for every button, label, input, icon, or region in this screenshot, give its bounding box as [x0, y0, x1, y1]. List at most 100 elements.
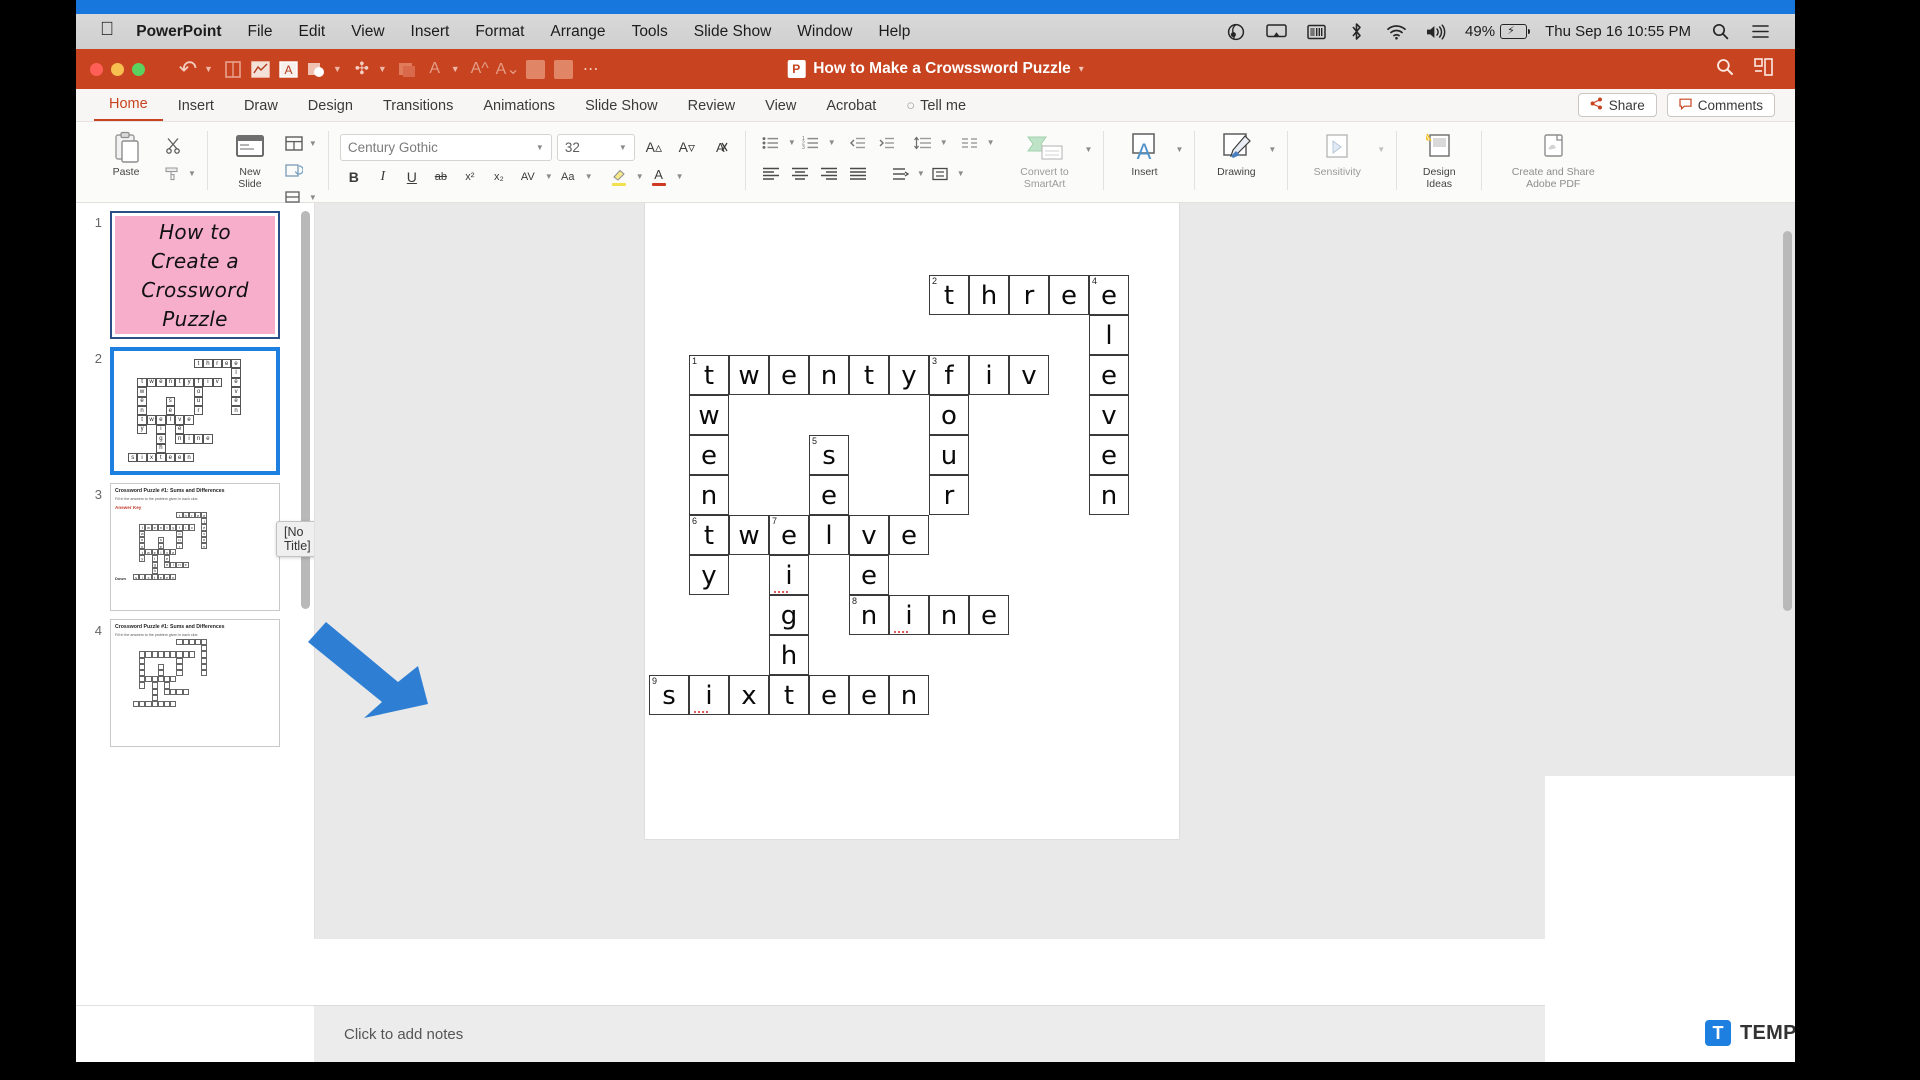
crossword-cell[interactable]: t — [769, 675, 809, 715]
crossword-cell[interactable]: e — [1089, 435, 1129, 475]
crossword-cell[interactable]: v — [849, 515, 889, 555]
crossword-cell[interactable]: n — [689, 475, 729, 515]
format-painter-button[interactable] — [160, 161, 186, 185]
crossword-cell[interactable]: w — [729, 355, 769, 395]
crossword-cell[interactable]: 5s — [809, 435, 849, 475]
shapes-caret-icon[interactable]: ▼ — [333, 64, 342, 74]
tab-animations[interactable]: Animations — [468, 98, 570, 121]
tab-review[interactable]: Review — [673, 98, 751, 121]
grow-font-icon[interactable]: A^ — [467, 56, 493, 82]
font-size-caret-icon[interactable]: ▼ — [619, 143, 627, 152]
crossword-cell[interactable]: i — [969, 355, 1009, 395]
font-size-input[interactable]: 32 ▼ — [556, 134, 635, 161]
columns-caret-icon[interactable]: ▼ — [987, 138, 995, 147]
title-chevron-down-icon[interactable]: ▾ — [1079, 64, 1084, 75]
search-icon[interactable] — [1716, 58, 1734, 81]
minimize-button[interactable] — [111, 62, 124, 76]
bullets-caret-icon[interactable]: ▼ — [788, 138, 796, 147]
superscript-button[interactable]: x² — [456, 164, 484, 189]
crossword-cell[interactable]: w — [729, 515, 769, 555]
align-text-caret-icon[interactable]: ▼ — [957, 169, 965, 178]
clear-formatting-button[interactable]: A — [706, 135, 734, 160]
font-color-caret-icon[interactable]: ▼ — [676, 172, 684, 181]
shrink-font-icon[interactable]: A⌄ — [495, 56, 521, 82]
crossword-cell[interactable]: r — [1009, 275, 1049, 315]
menu-item-file[interactable]: File — [248, 23, 273, 41]
sensitivity-button[interactable]: Sensitivity — [1299, 127, 1375, 179]
close-button[interactable] — [90, 62, 103, 76]
bluetooth-icon[interactable] — [1345, 23, 1367, 41]
slide-thumbnail-panel[interactable]: 1 How to Create a Crossword Puzzle 2 t h r e e l t w e… — [76, 203, 315, 939]
tab-view[interactable]: View — [750, 98, 811, 121]
send-backward-icon[interactable] — [551, 56, 577, 82]
cut-button[interactable] — [160, 133, 186, 157]
layout-caret-icon[interactable]: ▼ — [309, 139, 317, 148]
crossword-cell[interactable]: r — [929, 475, 969, 515]
layout-button[interactable] — [281, 131, 307, 155]
text-direction-caret-icon[interactable]: ▼ — [917, 169, 925, 178]
editor-scrollbar-thumb[interactable] — [1783, 231, 1792, 611]
pen-caret-icon[interactable]: ▼ — [378, 64, 387, 74]
crossword-cell[interactable]: 8n — [849, 595, 889, 635]
align-text-button[interactable] — [926, 161, 954, 186]
align-right-button[interactable] — [815, 161, 843, 186]
menu-item-view[interactable]: View — [351, 23, 384, 41]
wifi-icon[interactable] — [1385, 23, 1407, 41]
apple-logo-icon[interactable]:  — [100, 20, 114, 39]
crossword-cell[interactable]: n — [889, 675, 929, 715]
menu-item-insert[interactable]: Insert — [411, 23, 450, 41]
subscript-button[interactable]: x₂ — [485, 164, 513, 189]
crossword-cell[interactable]: e — [769, 355, 809, 395]
font-name-caret-icon[interactable]: ▼ — [536, 143, 544, 152]
shrink-font-button[interactable]: A▿ — [673, 135, 701, 160]
volume-icon[interactable] — [1425, 23, 1447, 41]
new-slide-button[interactable]: New Slide — [219, 127, 281, 190]
crossword-cell[interactable]: i — [689, 675, 729, 715]
insert-caret-icon[interactable]: ▼ — [1175, 145, 1183, 154]
crossword-cell[interactable]: o — [929, 395, 969, 435]
font-color-button[interactable]: A — [645, 164, 673, 189]
crossword-cell[interactable]: 1t — [689, 355, 729, 395]
menu-item-tools[interactable]: Tools — [632, 23, 668, 41]
undo-icon[interactable]: ↶ — [175, 56, 201, 82]
paste-button[interactable]: Paste — [92, 127, 160, 179]
document-title-area[interactable]: P How to Make a Crowssword Puzzle ▾ — [787, 60, 1084, 78]
tab-home[interactable]: Home — [94, 96, 163, 121]
font-name-input[interactable]: Century Gothic ▼ — [339, 134, 552, 161]
menu-bar-clock[interactable]: Thu Sep 16 10:55 PM — [1545, 23, 1691, 40]
bold-button[interactable]: B — [340, 164, 368, 189]
spotlight-search-icon[interactable] — [1709, 23, 1731, 41]
text-box-icon[interactable]: A — [276, 56, 302, 82]
text-direction-button[interactable] — [886, 161, 914, 186]
crossword-cell[interactable]: e — [849, 675, 889, 715]
crossword-cell[interactable]: e — [809, 675, 849, 715]
create-share-adobe-pdf-button[interactable]: Create and Share Adobe PDF — [1493, 127, 1613, 190]
strikethrough-button[interactable]: ab — [427, 164, 455, 189]
crossword-cell[interactable]: h — [769, 635, 809, 675]
chart-icon[interactable] — [248, 56, 274, 82]
tab-acrobat[interactable]: Acrobat — [811, 98, 891, 121]
drawing-caret-icon[interactable]: ▼ — [1268, 145, 1276, 154]
design-ideas-button[interactable]: Design Ideas — [1408, 127, 1470, 190]
reset-button[interactable] — [281, 158, 307, 182]
line-spacing-button[interactable] — [909, 130, 937, 155]
menu-item-slide-show[interactable]: Slide Show — [694, 23, 772, 41]
grow-font-button[interactable]: A▵ — [640, 135, 668, 160]
increase-indent-button[interactable] — [873, 130, 901, 155]
crossword-cell[interactable]: i — [889, 595, 929, 635]
dropbox-icon[interactable] — [1225, 23, 1247, 41]
crossword-cell[interactable]: l — [1089, 315, 1129, 355]
crossword-cell[interactable]: 6t — [689, 515, 729, 555]
crossword-cell[interactable]: w — [689, 395, 729, 435]
tab-design[interactable]: Design — [293, 98, 368, 121]
columns-button[interactable] — [956, 130, 984, 155]
tab-slide-show[interactable]: Slide Show — [570, 98, 673, 121]
menu-item-powerpoint[interactable]: PowerPoint — [136, 23, 221, 41]
crossword-cell[interactable]: v — [1089, 395, 1129, 435]
crossword-cell[interactable]: 2t — [929, 275, 969, 315]
tab-tell-me[interactable]: ○ Tell me — [891, 98, 981, 121]
tab-transitions[interactable]: Transitions — [368, 98, 468, 121]
crossword-cell[interactable]: e — [889, 515, 929, 555]
tab-insert[interactable]: Insert — [163, 98, 229, 121]
crossword-cell[interactable]: u — [929, 435, 969, 475]
